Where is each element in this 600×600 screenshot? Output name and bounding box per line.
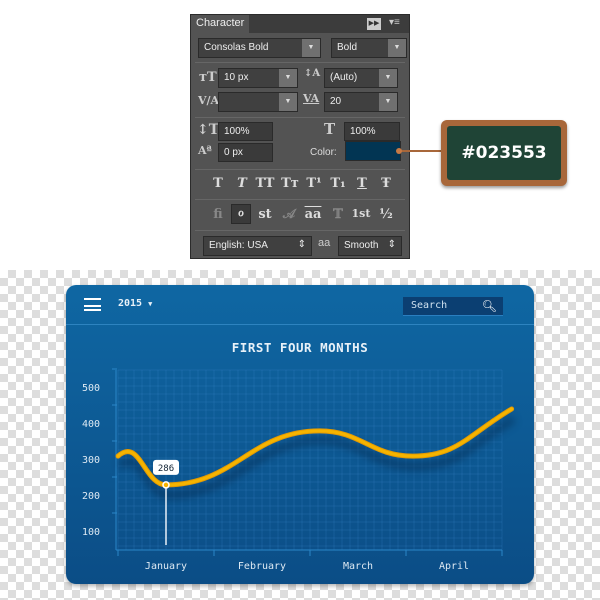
y-tick-label: 100 (82, 527, 100, 538)
divider (195, 62, 405, 63)
tracking-icon: VA (303, 92, 320, 105)
divider (195, 169, 405, 170)
antialias-value: Smooth (344, 240, 379, 251)
divider (195, 230, 405, 231)
leading-field[interactable]: (Auto) ▼ (324, 68, 398, 88)
language-value: English: USA (209, 240, 268, 251)
color-label: Color: (310, 147, 337, 158)
antialias-select[interactable]: Smooth ⇕ (338, 236, 402, 256)
x-tick-label: January (145, 561, 187, 572)
font-size-field[interactable]: 10 px ▼ (218, 68, 298, 88)
font-family-value: Consolas Bold (204, 42, 269, 53)
character-panel: Character ▶▶ ▾≡ Consolas Bold ▼ Bold ▼ ᴛT … (190, 14, 410, 259)
tab-character[interactable]: Character (191, 15, 249, 33)
subscript-button[interactable]: T₁ (328, 176, 348, 191)
swash-button[interactable]: 𝒜 (279, 207, 299, 222)
x-tick-label: March (343, 561, 373, 572)
tracking-value: 20 (330, 96, 342, 107)
x-tick-label: February (238, 561, 286, 572)
chevron-down-icon: ▼ (379, 69, 397, 87)
divider (195, 117, 405, 118)
titling-alternates-button[interactable]: 𝕋 (328, 207, 348, 222)
horizontal-scale-field[interactable]: 100% (344, 122, 400, 141)
color-hex-label: #023553 (447, 126, 561, 180)
discretionary-ligatures-button[interactable]: ℴ (231, 204, 251, 224)
color-callout-board: #023553 (441, 120, 567, 186)
strikethrough-button[interactable]: Ŧ (376, 176, 396, 191)
antialias-icon: aa (318, 237, 331, 249)
collapse-icon[interactable]: ▶▶ (367, 18, 381, 30)
y-tick-label: 400 (82, 419, 100, 430)
leading-value: (Auto) (330, 72, 358, 83)
x-tick-label: April (439, 561, 469, 572)
all-caps-button[interactable]: TT (255, 176, 275, 191)
chevron-down-icon: ▼ (302, 39, 320, 57)
updown-icon: ⇕ (297, 239, 306, 250)
line-chart: 100 200 300 400 500 January February March April… (82, 368, 516, 572)
font-size-icon: ᴛT (199, 70, 217, 85)
small-caps-button[interactable]: Tт (280, 176, 300, 191)
chart-widget: 2015 ▼ Search 🔍︎ FIRST FOUR MONTHS 100 200… (66, 285, 534, 584)
superscript-button[interactable]: T¹ (304, 176, 324, 191)
baseline-shift-field[interactable]: 0 px (218, 143, 273, 162)
color-swatch[interactable] (345, 141, 401, 161)
baseline-shift-icon: Aª (198, 144, 212, 157)
font-family-select[interactable]: Consolas Bold ▼ (198, 38, 321, 58)
stylistic-alternates-button[interactable]: aa (303, 207, 323, 222)
faux-bold-button[interactable]: T (208, 176, 228, 191)
font-style-value: Bold (337, 42, 358, 53)
callout-connector (398, 150, 442, 152)
callout-dot (396, 148, 402, 154)
underline-button[interactable]: T (352, 176, 372, 191)
chevron-down-icon: ▼ (379, 93, 397, 111)
horizontal-scale-icon: T (324, 120, 336, 138)
y-tick-label: 200 (82, 491, 100, 502)
ordinals-button[interactable]: 1st (351, 207, 371, 220)
font-size-value: 10 px (224, 72, 249, 83)
vertical-scale-field[interactable]: 100% (218, 122, 273, 141)
vertical-scale-icon: ↕T (197, 122, 220, 138)
font-style-select[interactable]: Bold ▼ (331, 38, 407, 58)
panel-menu-icon[interactable]: ▾≡ (389, 17, 400, 28)
y-tick-label: 500 (82, 383, 100, 394)
updown-icon: ⇕ (387, 239, 396, 250)
divider (195, 199, 405, 200)
faux-italic-button[interactable]: T (232, 176, 252, 191)
fractions-button[interactable]: ½ (376, 207, 396, 222)
chevron-down-icon: ▼ (279, 69, 297, 87)
panel-tabbar: Character ▶▶ ▾≡ (191, 15, 409, 33)
contextual-alternates-button[interactable]: st (255, 207, 275, 222)
kerning-icon: V/A (198, 94, 220, 107)
leading-icon: ↕A (304, 68, 321, 79)
language-select[interactable]: English: USA ⇕ (203, 236, 312, 256)
tooltip-label: 286 (158, 464, 174, 474)
tracking-field[interactable]: 20 ▼ (324, 92, 398, 112)
kerning-field[interactable]: ▼ (218, 92, 298, 112)
y-tick-label: 300 (82, 455, 100, 466)
chevron-down-icon: ▼ (279, 93, 297, 111)
highlight-point (162, 481, 170, 489)
ligatures-button[interactable]: fi (208, 207, 228, 222)
chevron-down-icon: ▼ (388, 39, 406, 57)
